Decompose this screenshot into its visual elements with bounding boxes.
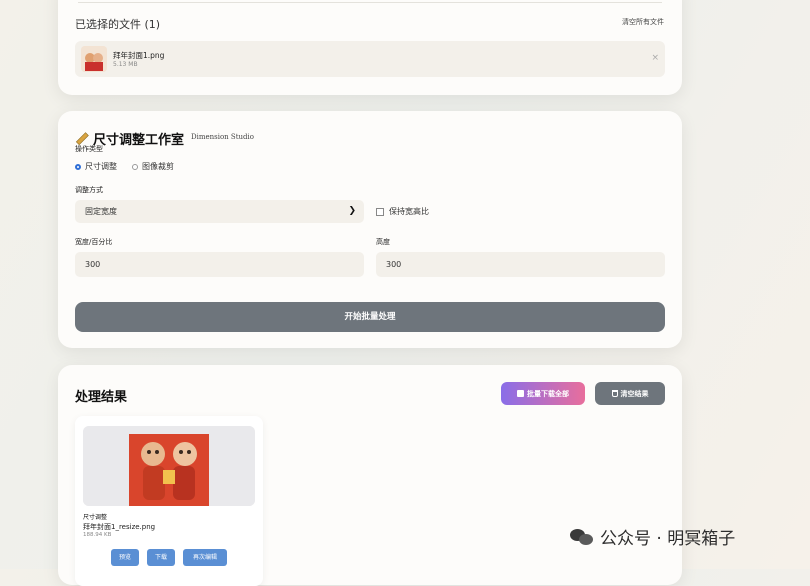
start-batch-button[interactable]: 开始批量处理 bbox=[75, 302, 665, 332]
keep-ratio-label: 保持宽高比 bbox=[389, 207, 429, 216]
height-input[interactable]: 300 bbox=[376, 252, 665, 277]
width-input[interactable]: 300 bbox=[75, 252, 364, 277]
remove-file-button[interactable]: × bbox=[651, 53, 659, 63]
trash-icon bbox=[611, 390, 618, 397]
file-thumbnail bbox=[81, 46, 107, 72]
radio-unselected-indicator bbox=[132, 163, 138, 170]
keep-ratio-checkbox[interactable]: 保持宽高比 bbox=[376, 206, 429, 217]
file-list-item: 拜年封面1.png 5.13 MB × bbox=[75, 41, 665, 77]
studio-subtitle: Dimension Studio bbox=[191, 133, 254, 141]
file-size: 5.13 MB bbox=[113, 61, 138, 68]
result-operation-type: 尺寸调整 bbox=[83, 514, 108, 521]
adjust-mode-label: 调整方式 bbox=[75, 186, 103, 194]
batch-download-label: 批量下载全部 bbox=[527, 389, 569, 398]
download-button[interactable]: 下载 bbox=[147, 549, 175, 566]
selected-files-title: 已选择的文件 (1) bbox=[75, 18, 161, 31]
preview-button[interactable]: 预览 bbox=[111, 549, 139, 566]
batch-download-button[interactable]: 批量下载全部 bbox=[501, 382, 585, 405]
radio-crop[interactable]: 图像裁剪 bbox=[132, 161, 174, 172]
adjust-mode-value: 固定宽度 bbox=[85, 207, 117, 216]
result-item-card: 尺寸调整 拜年封面1_resize.png 188.94 KB 预览 下载 再次… bbox=[75, 416, 263, 586]
result-file-name: 拜年封面1_resize.png bbox=[83, 523, 156, 531]
wechat-icon bbox=[570, 527, 594, 547]
clear-all-files-link[interactable]: 清空所有文件 bbox=[622, 17, 664, 27]
operation-type-label: 操作类型 bbox=[75, 145, 103, 153]
file-name: 拜年封面1.png bbox=[113, 51, 165, 60]
checkbox-box bbox=[376, 207, 384, 216]
result-preview-image bbox=[83, 426, 255, 506]
upload-area-edge bbox=[78, 2, 662, 3]
adjust-mode-select[interactable]: 固定宽度 ❯ bbox=[75, 200, 364, 223]
dimension-studio-card: 尺寸调整工作室 Dimension Studio 操作类型 尺寸调整 图像裁剪 … bbox=[58, 111, 682, 348]
results-title: 处理结果 bbox=[75, 390, 128, 405]
radio-selected-indicator bbox=[75, 163, 81, 170]
clear-results-label: 清空结果 bbox=[620, 389, 649, 398]
download-icon bbox=[517, 390, 524, 397]
chevron-down-icon: ❯ bbox=[348, 206, 356, 216]
radio-resize-label: 尺寸调整 bbox=[85, 162, 117, 171]
radio-resize[interactable]: 尺寸调整 bbox=[75, 161, 117, 172]
watermark-text: 公众号 · 明冥箱子 bbox=[600, 529, 736, 549]
edit-again-button[interactable]: 再次编辑 bbox=[183, 549, 227, 566]
results-card: 处理结果 批量下载全部 清空结果 尺寸调整 拜年封面1_resize.png 1… bbox=[58, 365, 682, 586]
watermark: 公众号 · 明冥箱子 bbox=[570, 524, 735, 549]
radio-crop-label: 图像裁剪 bbox=[142, 162, 174, 171]
selected-files-card: 已选择的文件 (1) 清空所有文件 拜年封面1.png 5.13 MB × bbox=[58, 0, 682, 95]
result-file-size: 188.94 KB bbox=[83, 532, 112, 538]
studio-title-text: 尺寸调整工作室 bbox=[93, 133, 185, 148]
height-label: 高度 bbox=[376, 238, 390, 246]
clear-results-button[interactable]: 清空结果 bbox=[595, 382, 665, 405]
width-label: 宽度/百分比 bbox=[75, 238, 113, 246]
